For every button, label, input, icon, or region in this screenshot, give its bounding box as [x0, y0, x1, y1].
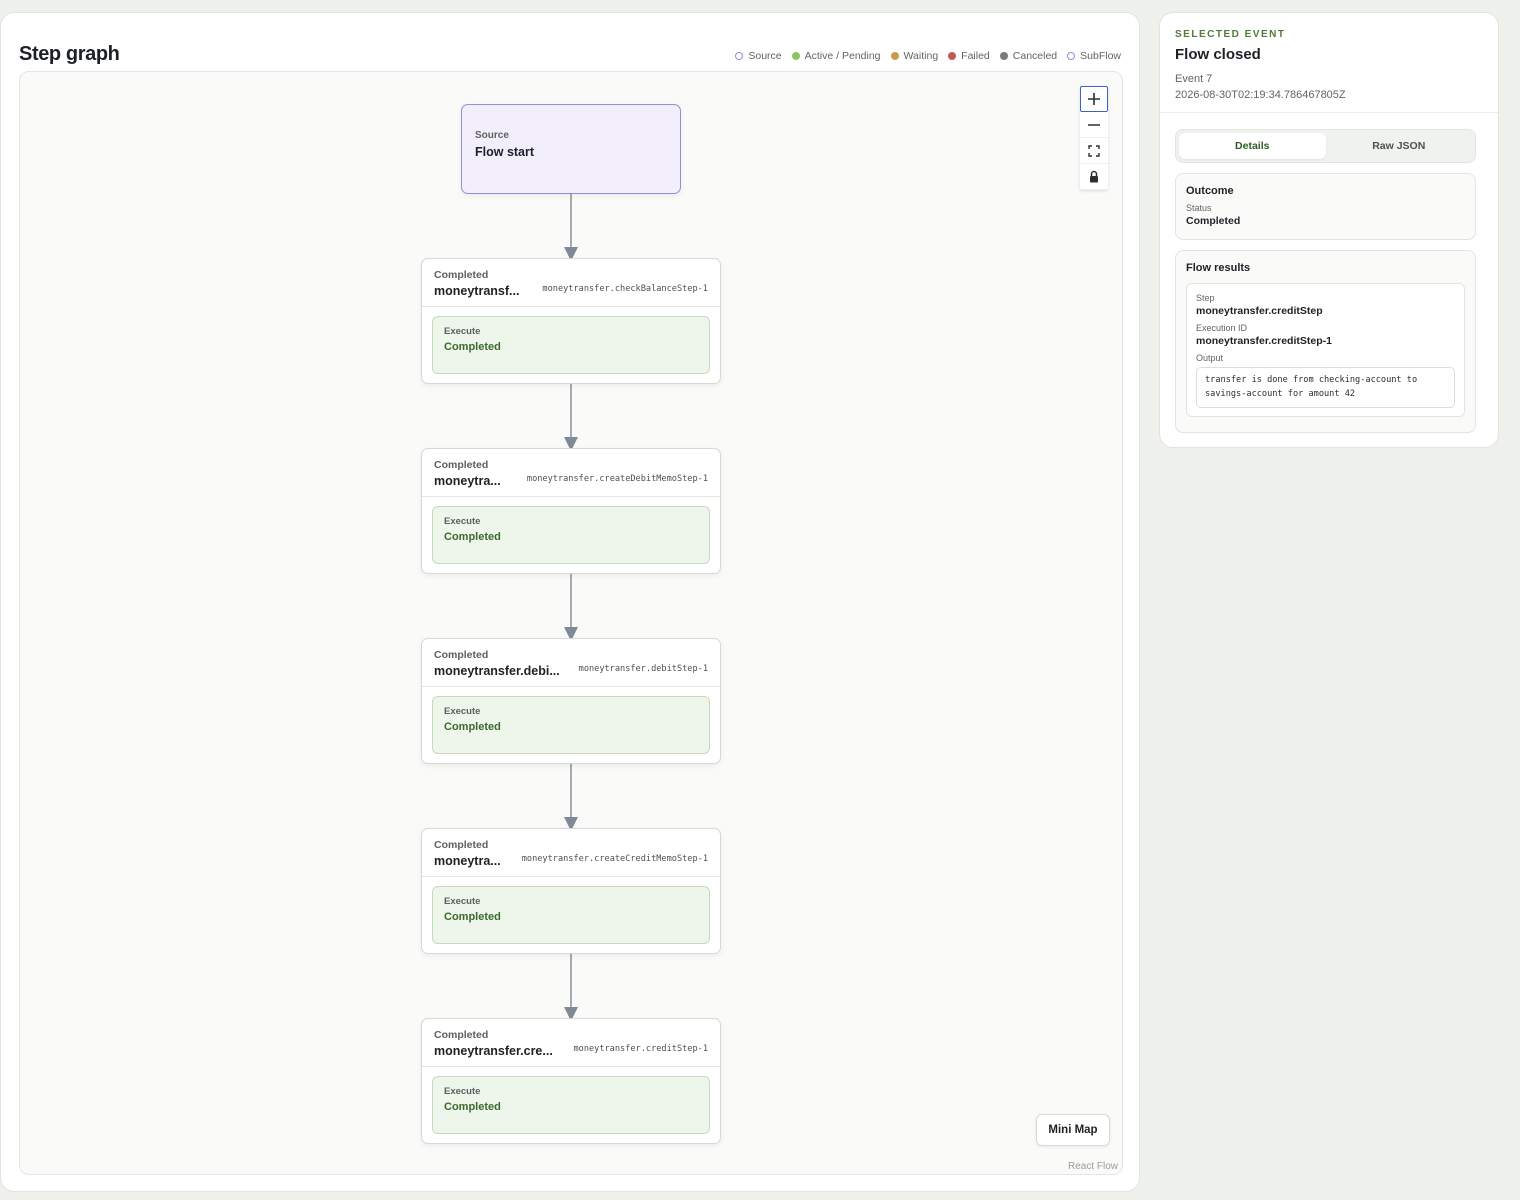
step-status: Completed — [434, 1029, 489, 1041]
selected-event-eyebrow: SELECTED EVENT — [1175, 29, 1286, 40]
legend-waiting-icon — [890, 52, 899, 60]
execute-box[interactable]: Execute Completed — [432, 886, 710, 944]
step-execution-id: moneytransfer.checkBalanceStep-1 — [542, 284, 708, 294]
execute-box[interactable]: Execute Completed — [432, 506, 710, 564]
status-value: Completed — [1186, 215, 1241, 227]
plus-icon — [1088, 93, 1100, 105]
legend-canceled-icon — [999, 52, 1008, 60]
legend-label: Source — [748, 50, 782, 62]
execute-status: Completed — [444, 1101, 501, 1113]
legend-item-failed: Failed — [948, 50, 990, 62]
execute-label: Execute — [444, 706, 481, 717]
legend: Source Active / Pending Waiting Failed C… — [735, 50, 1121, 62]
zoom-in-button[interactable] — [1080, 86, 1108, 112]
legend-item-subflow: SubFlow — [1067, 50, 1121, 62]
execute-label: Execute — [444, 516, 481, 527]
zoom-controls — [1080, 86, 1108, 190]
legend-source-icon — [735, 52, 744, 60]
legend-label: Active / Pending — [804, 50, 881, 62]
step-node-credit[interactable]: Completed moneytransfer.cre... moneytran… — [421, 1018, 721, 1144]
execution-id-value: moneytransfer.creditStep-1 — [1196, 335, 1332, 347]
step-status: Completed — [434, 839, 489, 851]
flow-results-title: Flow results — [1186, 262, 1251, 274]
step-execution-id: moneytransfer.creditStep-1 — [573, 1044, 708, 1054]
legend-label: SubFlow — [1080, 50, 1121, 62]
tab-raw-json[interactable]: Raw JSON — [1326, 133, 1473, 159]
outcome-title: Outcome — [1186, 185, 1234, 197]
outcome-card: Outcome Status Completed — [1175, 173, 1476, 240]
minimap-button[interactable]: Mini Map — [1036, 1114, 1110, 1146]
tab-details[interactable]: Details — [1179, 133, 1326, 159]
legend-item-canceled: Canceled — [999, 50, 1058, 62]
selected-event-panel: SELECTED EVENT Flow closed Event 7 2026-… — [1159, 12, 1499, 448]
react-flow-attribution[interactable]: React Flow — [1068, 1161, 1118, 1172]
output-label: Output — [1196, 353, 1224, 363]
execute-status: Completed — [444, 911, 501, 923]
step-header: Completed moneytransf... moneytransfer.c… — [422, 259, 720, 307]
execute-box[interactable]: Execute Completed — [432, 316, 710, 374]
execute-box[interactable]: Execute Completed — [432, 1076, 710, 1134]
step-label: Step — [1196, 293, 1215, 303]
step-node-create-credit-memo[interactable]: Completed moneytra... moneytransfer.crea… — [421, 828, 721, 954]
event-number: Event 7 — [1175, 73, 1213, 85]
execute-status: Completed — [444, 721, 501, 733]
selected-event-title: Flow closed — [1175, 46, 1261, 63]
step-node-check-balance[interactable]: Completed moneytransf... moneytransfer.c… — [421, 258, 721, 384]
step-execution-id: moneytransfer.debitStep-1 — [578, 664, 708, 674]
step-header: Completed moneytransfer.cre... moneytran… — [422, 1019, 720, 1067]
execute-label: Execute — [444, 896, 481, 907]
zoom-out-button[interactable] — [1080, 112, 1108, 138]
step-graph-panel: Step graph Source Active / Pending Waiti… — [0, 12, 1140, 1192]
selected-event-header: SELECTED EVENT Flow closed Event 7 2026-… — [1160, 13, 1498, 113]
flow-canvas[interactable]: Source Flow start Completed moneytransf.… — [19, 71, 1123, 1175]
selected-event-meta: Event 7 2026-08-30T02:19:34.786467805Z — [1175, 71, 1483, 103]
execute-label: Execute — [444, 1086, 481, 1097]
step-status: Completed — [434, 649, 489, 661]
page-title: Step graph — [19, 43, 120, 65]
execute-label: Execute — [444, 326, 481, 337]
lock-icon — [1090, 170, 1098, 183]
source-node[interactable]: Source Flow start — [461, 104, 681, 194]
legend-subflow-icon — [1067, 52, 1076, 60]
legend-active-icon — [791, 52, 800, 60]
step-header: Completed moneytra... moneytransfer.crea… — [422, 449, 720, 497]
step-execution-id: moneytransfer.createDebitMemoStep-1 — [526, 474, 708, 484]
flow-result-item: Step moneytransfer.creditStep Execution … — [1186, 283, 1465, 417]
fit-view-icon — [1088, 144, 1100, 157]
execute-status: Completed — [444, 341, 501, 353]
edges — [564, 194, 578, 1021]
lock-button[interactable] — [1080, 164, 1108, 190]
legend-item-active: Active / Pending — [791, 50, 881, 62]
step-execution-id: moneytransfer.createCreditMemoStep-1 — [521, 854, 708, 864]
step-status: Completed — [434, 269, 489, 281]
status-label: Status — [1186, 203, 1212, 213]
legend-label: Waiting — [903, 50, 939, 62]
execute-status: Completed — [444, 531, 501, 543]
fit-view-button[interactable] — [1080, 138, 1108, 164]
step-header: Completed moneytra... moneytransfer.crea… — [422, 829, 720, 877]
step-status: Completed — [434, 459, 489, 471]
flow-results-card: Flow results Step moneytransfer.creditSt… — [1175, 250, 1476, 433]
minus-icon — [1088, 123, 1100, 126]
legend-item-waiting: Waiting — [890, 50, 939, 62]
step-value: moneytransfer.creditStep — [1196, 305, 1323, 317]
step-header: Completed moneytransfer.debi... moneytra… — [422, 639, 720, 687]
step-node-create-debit-memo[interactable]: Completed moneytra... moneytransfer.crea… — [421, 448, 721, 574]
execution-id-label: Execution ID — [1196, 323, 1248, 333]
legend-label: Failed — [961, 50, 990, 62]
legend-item-source: Source — [735, 50, 782, 62]
node-title: Flow start — [475, 145, 535, 159]
node-kind: Source — [475, 130, 509, 141]
event-timestamp: 2026-08-30T02:19:34.786467805Z — [1175, 89, 1346, 101]
execute-box[interactable]: Execute Completed — [432, 696, 710, 754]
output-value[interactable]: transfer is done from checking-account t… — [1196, 367, 1455, 408]
legend-label: Canceled — [1012, 50, 1058, 62]
detail-tabs: Details Raw JSON — [1175, 129, 1476, 163]
step-node-debit[interactable]: Completed moneytransfer.debi... moneytra… — [421, 638, 721, 764]
legend-failed-icon — [948, 52, 957, 60]
